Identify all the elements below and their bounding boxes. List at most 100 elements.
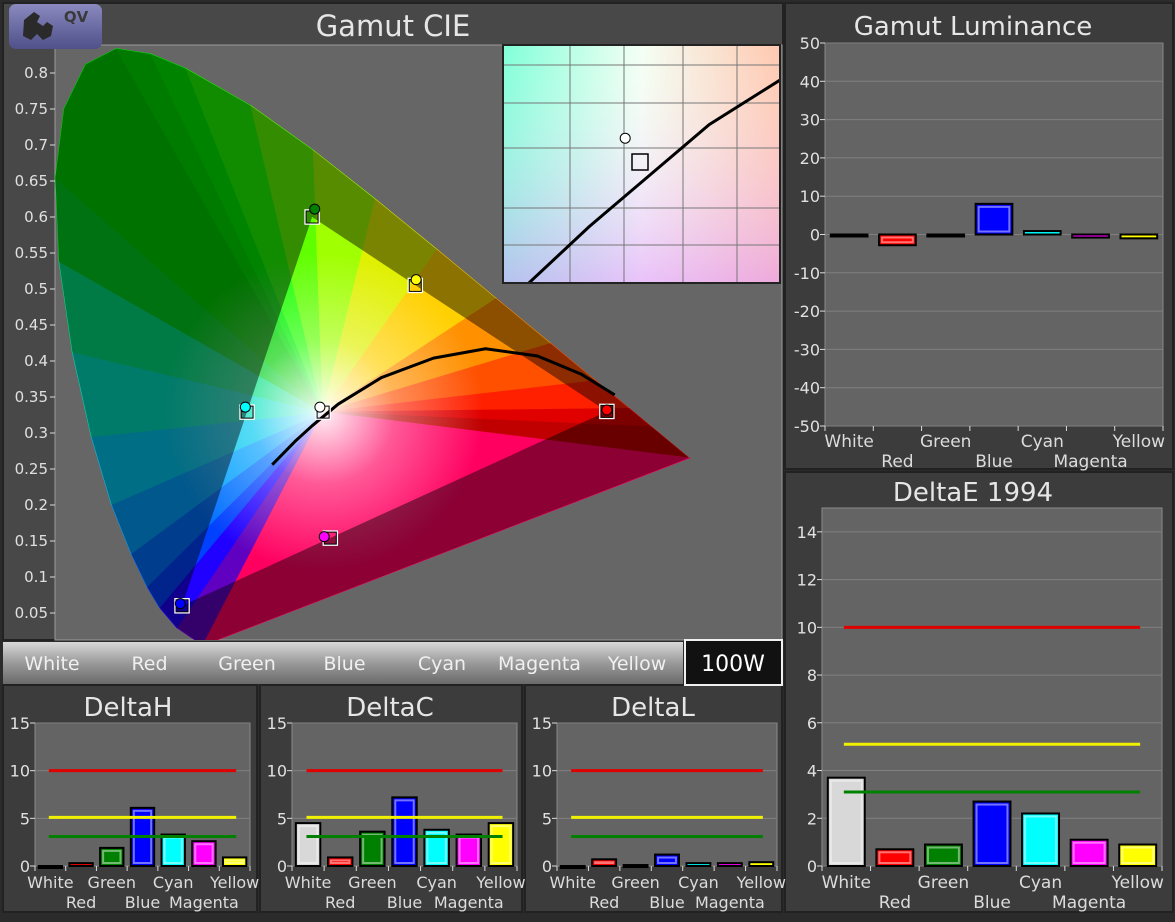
x-category-label: White — [27, 873, 74, 892]
dashboard: QV Gamut CIE Gamut Luminance DeltaE 1994… — [2, 2, 1174, 913]
luminance-title: Gamut Luminance — [854, 12, 1093, 42]
y-tick-label: 0.4 — [24, 352, 48, 370]
x-category-label: Blue — [973, 893, 1011, 913]
measured-point-blue — [174, 598, 186, 610]
selected-patch-label: 100W — [701, 652, 765, 677]
bar-green — [926, 233, 966, 238]
y-tick-label: 0.8 — [24, 64, 48, 82]
x-category-label: Green — [348, 873, 396, 892]
bar-magenta — [716, 862, 743, 868]
y-tick-label: 15 — [10, 714, 30, 733]
bar-red — [878, 233, 917, 247]
bar-red — [68, 862, 94, 868]
deltac-chart: 151050WhiteRedGreenBlueCyanMagentaYellow — [267, 714, 526, 912]
x-category-label: Blue — [649, 893, 684, 912]
selected-patch-button[interactable]: 100W — [684, 639, 783, 686]
bar-green — [622, 864, 649, 869]
y-tick-label: 8 — [807, 666, 817, 685]
y-tick-label: 0.25 — [15, 460, 48, 478]
x-category-label: Cyan — [416, 873, 457, 892]
y-tick-label: -20 — [794, 302, 820, 321]
patch-magenta[interactable]: Magenta — [498, 653, 581, 675]
x-category-label: White — [822, 873, 871, 893]
y-tick-label: 14 — [797, 523, 817, 542]
y-tick-label: 0.15 — [15, 532, 48, 550]
x-category-label: Red — [589, 893, 619, 912]
patch-white[interactable]: White — [24, 653, 79, 675]
x-category-label: Cyan — [1019, 873, 1062, 893]
x-category-label: Magenta — [695, 893, 765, 912]
measured-point-green — [309, 203, 321, 215]
x-category-label: Blue — [387, 893, 422, 912]
patch-cyan[interactable]: Cyan — [418, 653, 466, 675]
patch-blue[interactable]: Blue — [323, 653, 365, 675]
patch-red[interactable]: Red — [131, 653, 167, 675]
x-category-label: Green — [918, 873, 969, 893]
y-tick-label: 0.35 — [15, 388, 48, 406]
y-tick-label: 0.7 — [24, 136, 48, 154]
bar-cyan — [685, 862, 712, 868]
bar-white — [37, 865, 64, 869]
y-tick-label: 15 — [532, 714, 552, 733]
y-tick-label: -30 — [794, 340, 820, 359]
y-tick-label: 30 — [800, 111, 820, 130]
y-tick-label: 0.75 — [15, 100, 48, 118]
bar-highlight — [594, 861, 615, 864]
y-tick-label: 0.6 — [24, 208, 48, 226]
bar-yellow — [748, 861, 775, 867]
patch-yellow[interactable]: Yellow — [607, 653, 667, 675]
y-tick-label: 0.55 — [15, 244, 48, 262]
deltae-chart: 14 12 10 8 6 4 2 0 White Red GreenBlue CyanMagentaY… — [797, 507, 1164, 913]
x-category-label: Cyan — [1021, 432, 1064, 452]
x-category-label: Magenta — [1052, 893, 1126, 913]
plot-area — [556, 722, 778, 867]
y-tick-label: 0.45 — [15, 316, 48, 334]
y-tick-label: 0.05 — [15, 604, 48, 622]
x-category-label: Cyan — [678, 873, 719, 892]
logo-text: QV — [64, 8, 89, 26]
patch-green[interactable]: Green — [218, 653, 276, 675]
y-tick-label: 12 — [797, 571, 817, 590]
bar-blue — [974, 202, 1014, 236]
x-category-label: Yellow — [1112, 432, 1165, 452]
x-category-label: Red — [325, 893, 355, 912]
bar-white — [829, 233, 869, 238]
logo[interactable]: QV — [9, 4, 102, 49]
deltal-title: DeltaL — [611, 693, 695, 723]
y-tick-label: 0.65 — [15, 172, 48, 190]
x-category-label: Green — [88, 873, 136, 892]
y-tick-label: 20 — [800, 149, 820, 168]
y-tick-label: 0 — [807, 857, 817, 876]
deltac-title: DeltaC — [346, 693, 434, 723]
y-tick-label: 0.5 — [24, 280, 48, 298]
y-tick-label: 10 — [267, 762, 287, 781]
measured-point-yellow — [410, 274, 422, 286]
deltae-title: DeltaE 1994 — [893, 478, 1053, 508]
x-category-label: Blue — [975, 452, 1013, 472]
x-category-label: Red — [879, 893, 911, 913]
bar-cyan — [1022, 230, 1062, 236]
x-category-label: White — [549, 873, 596, 892]
x-category-label: Magenta — [169, 893, 239, 912]
x-category-label: Magenta — [1053, 452, 1127, 472]
y-tick-label: 0.2 — [24, 496, 48, 514]
y-tick-label: 0.3 — [24, 424, 48, 442]
y-tick-label: 5 — [542, 809, 552, 828]
bar-cyan — [1021, 812, 1061, 868]
bar-magenta — [1071, 233, 1110, 239]
y-tick-label: 10 — [532, 762, 552, 781]
measured-point-white — [314, 401, 326, 413]
measured-point-cyan — [239, 401, 251, 413]
x-category-label: Red — [881, 452, 913, 472]
y-tick-label: 0 — [810, 226, 820, 245]
x-category-label: White — [824, 432, 873, 452]
deltal-chart: 151050WhiteRedGreenBlueCyanMagentaYellow — [532, 714, 786, 912]
measured-point-magenta — [318, 531, 330, 543]
y-tick-label: 15 — [267, 714, 287, 733]
y-tick-label: -50 — [794, 417, 820, 436]
y-tick-label: 4 — [807, 762, 817, 781]
y-tick-label: 5 — [20, 809, 30, 828]
deltah-chart: 151050WhiteRedGreenBlueCyanMagentaYellow — [10, 714, 260, 912]
y-tick-label: 10 — [797, 618, 817, 637]
y-tick-label: 40 — [800, 72, 820, 91]
